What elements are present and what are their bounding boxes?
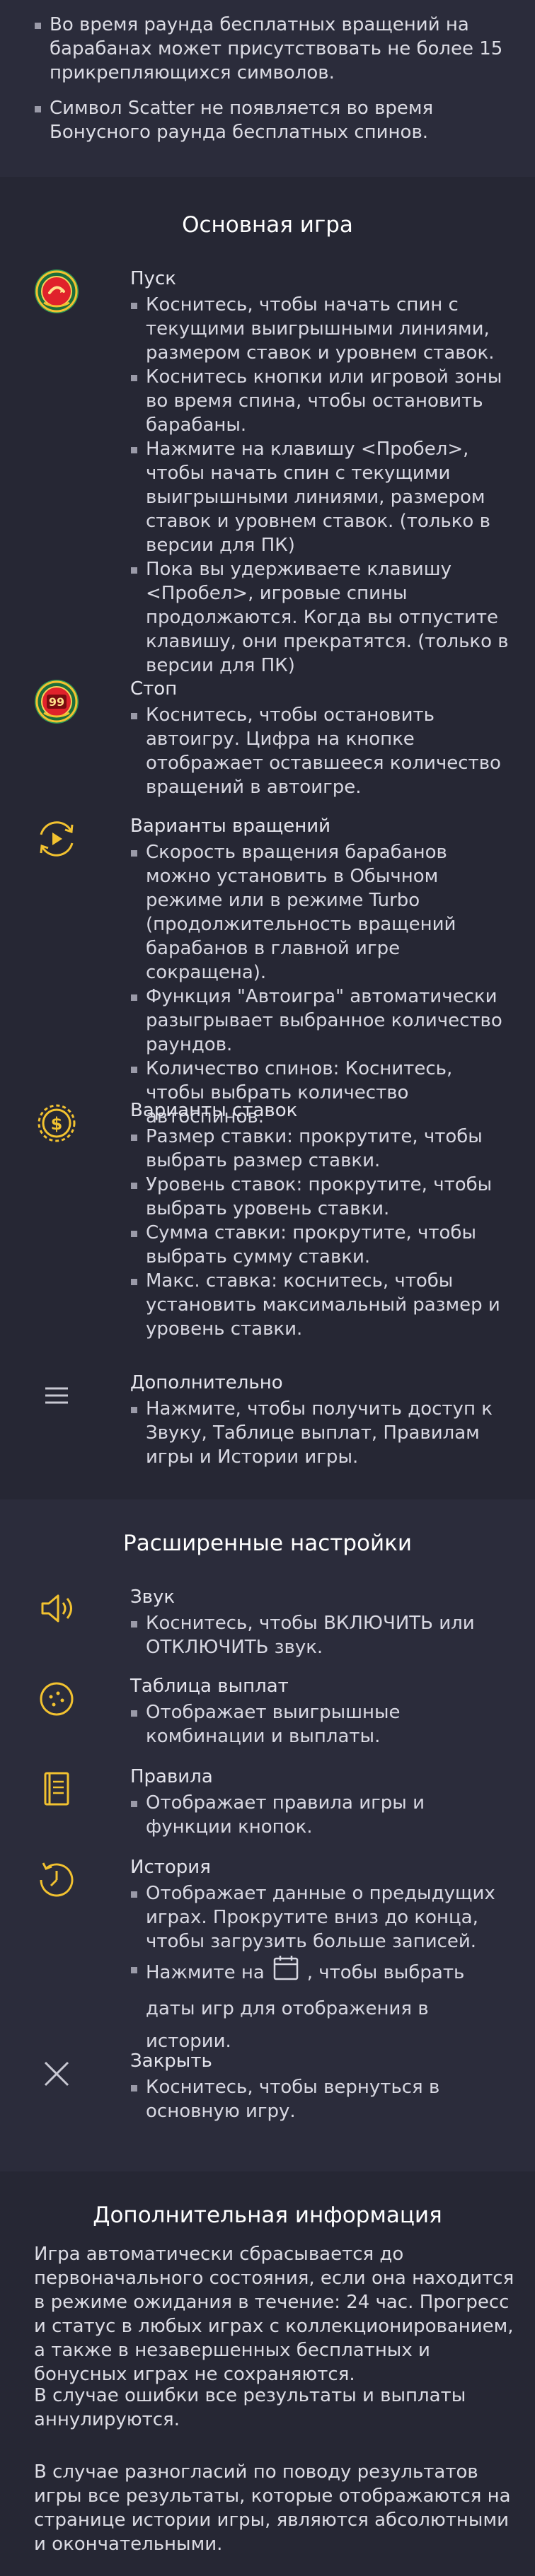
item-bullet: Скорость вращения барабанов можно устано… — [130, 840, 512, 985]
item-bullet: Сумма ставки: прокрутите, чтобы выбрать … — [130, 1221, 512, 1269]
rules-text: Правила Отображает правила игры и функци… — [130, 1764, 512, 1839]
calendar-hint: Нажмите на , чтобы выбрать даты игр для … — [130, 1954, 512, 2058]
item-bullet: Коснитесь, чтобы вернуться в основную иг… — [130, 2075, 512, 2123]
history-icon — [31, 1855, 82, 1905]
info-paragraph: Игра автоматически сбрасывается до перво… — [34, 2244, 514, 2385]
top-note: Символ Scatter не появляется во время Бо… — [34, 96, 522, 144]
top-note: Во время раунда бесплатных вращений на б… — [34, 13, 522, 85]
item-bullet: Уровень ставок: прокрутите, чтобы выбрат… — [130, 1173, 512, 1221]
calendar-hint-before: Нажмите на — [146, 1962, 265, 1983]
item-bullet: Пока вы удерживаете клавишу <Пробел>, иг… — [130, 557, 512, 678]
advanced-settings-section: Расширенные настройки Звук Коснитесь, чт… — [0, 1499, 535, 2171]
stop-badge-number: 99 — [49, 695, 64, 709]
close-text: Закрыть Коснитесь, чтобы вернуться в осн… — [130, 2048, 512, 2123]
item-title: Правила — [130, 1766, 213, 1787]
history-text: История Отображает данные о предыдущих и… — [130, 1855, 512, 2058]
item-title: Закрыть — [130, 2050, 212, 2072]
item-bullet: Коснитесь кнопки или игровой зоны во вре… — [130, 365, 512, 437]
info-paragraph: В случае разногласий по поводу результат… — [34, 2461, 511, 2555]
item-title: Таблица выплат — [130, 1676, 289, 1697]
item-title: Пуск — [130, 268, 176, 289]
item-bullet: Коснитесь, чтобы начать спин с текущими … — [130, 293, 512, 365]
bet-options-icon: $ — [31, 1098, 82, 1149]
paytable-icon — [31, 1673, 82, 1724]
sound-icon — [31, 1583, 82, 1634]
item-bullet: Нажмите на клавишу <Пробел>, чтобы начат… — [130, 437, 512, 557]
top-notes-list: Во время раунда бесплатных вращений на б… — [34, 13, 522, 156]
item-title: Звук — [130, 1586, 176, 1608]
item-bullet: Функция "Автоигра" автоматически разыгры… — [130, 985, 512, 1057]
paytable-text: Таблица выплат Отображает выигрышные ком… — [130, 1673, 512, 1748]
menu-icon — [31, 1370, 82, 1421]
item-bullet: Коснитесь, чтобы ВКЛЮЧИТЬ или ОТКЛЮЧИТЬ … — [130, 1611, 512, 1659]
sound-text: Звук Коснитесь, чтобы ВКЛЮЧИТЬ или ОТКЛЮ… — [130, 1584, 512, 1659]
item-bullet: Нажмите, чтобы получить доступ к Звуку, … — [130, 1397, 512, 1469]
spin-options-text: Варианты вращений Скорость вращения бара… — [130, 813, 512, 1129]
additional-title: Дополнительная информация — [93, 2203, 442, 2228]
spin-options-icon — [31, 813, 82, 864]
main-game-section: Основная игра Пуск Коснитесь, чтобы нача… — [0, 177, 535, 1499]
item-bullet: Отображает правила игры и функции кнопок… — [130, 1791, 512, 1839]
advanced-title: Расширенные настройки — [123, 1531, 412, 1556]
item-title: Варианты вращений — [130, 816, 331, 837]
close-icon — [31, 2048, 82, 2099]
item-bullet: Размер ставки: прокрутите, чтобы выбрать… — [130, 1125, 512, 1173]
item-bullet: Коснитесь, чтобы остановить автоигру. Ци… — [130, 703, 512, 799]
main-game-title: Основная игра — [182, 212, 353, 238]
spin-button-icon — [31, 266, 82, 317]
item-bullet: Макс. ставка: коснитесь, чтобы установит… — [130, 1269, 512, 1341]
item-title: Дополнительно — [130, 1372, 283, 1393]
additional-info-section: Дополнительная информация Игра автоматич… — [0, 2171, 535, 2576]
calendar-icon — [272, 1954, 300, 1992]
item-title: Стоп — [130, 678, 178, 700]
more-text: Дополнительно Нажмите, чтобы получить до… — [130, 1370, 512, 1469]
item-title: Варианты ставок — [130, 1100, 298, 1121]
stop-text: Стоп Коснитесь, чтобы остановить автоигр… — [130, 676, 512, 799]
bet-options-text: Варианты ставок Размер ставки: прокрутит… — [130, 1098, 512, 1341]
item-title: История — [130, 1857, 211, 1878]
top-notes-section: Во время раунда бесплатных вращений на б… — [0, 0, 535, 177]
rules-icon — [31, 1764, 82, 1815]
stop-button-icon: 99 — [31, 676, 82, 727]
svg-text:$: $ — [51, 1114, 63, 1134]
info-paragraph: В случае ошибки все результаты и выплаты… — [34, 2385, 466, 2430]
item-bullet: Отображает данные о предыдущих играх. Пр… — [130, 1881, 512, 1954]
item-bullet: Отображает выигрышные комбинации и выпла… — [130, 1700, 512, 1748]
spin-text: Пуск Коснитесь, чтобы начать спин с теку… — [130, 266, 512, 678]
